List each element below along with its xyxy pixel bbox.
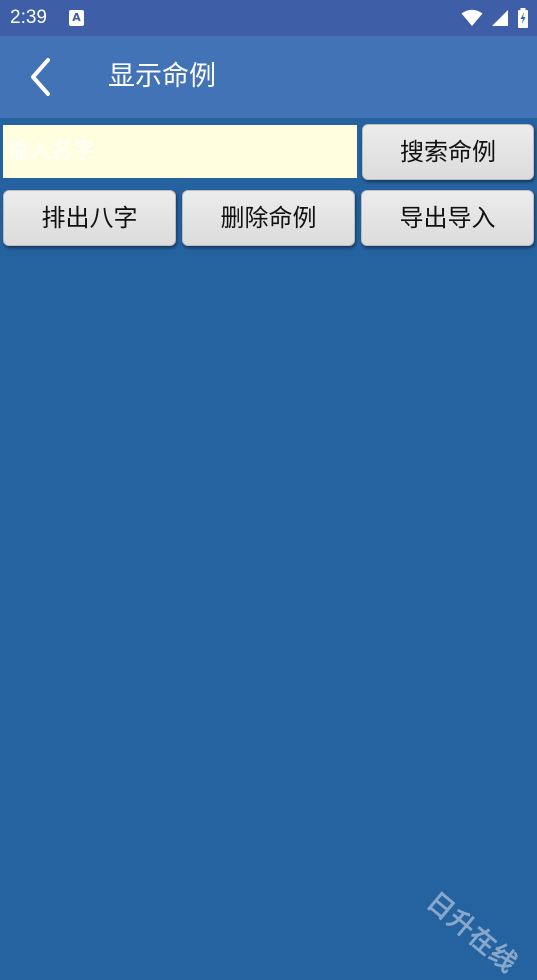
- signal-icon: [492, 10, 508, 26]
- status-icons: [461, 8, 529, 28]
- name-search-input[interactable]: [3, 125, 357, 178]
- text-notification-icon: A: [69, 10, 84, 26]
- status-bar: 2:39 A: [0, 0, 537, 36]
- chevron-left-icon: [31, 58, 50, 96]
- status-time: 2:39: [10, 7, 47, 28]
- search-case-button[interactable]: 搜索命例: [362, 124, 534, 180]
- delete-case-button[interactable]: 删除命例: [182, 190, 355, 246]
- back-button[interactable]: [18, 54, 64, 100]
- page-title: 显示命例: [108, 61, 216, 92]
- watermark: 日升在线: [420, 886, 523, 980]
- battery-icon: [518, 8, 528, 28]
- paipan-bazi-button[interactable]: 排出八字: [3, 190, 176, 246]
- import-export-button[interactable]: 导出导入: [361, 190, 534, 246]
- app-bar: 显示命例: [0, 36, 537, 118]
- wifi-icon: [461, 9, 483, 26]
